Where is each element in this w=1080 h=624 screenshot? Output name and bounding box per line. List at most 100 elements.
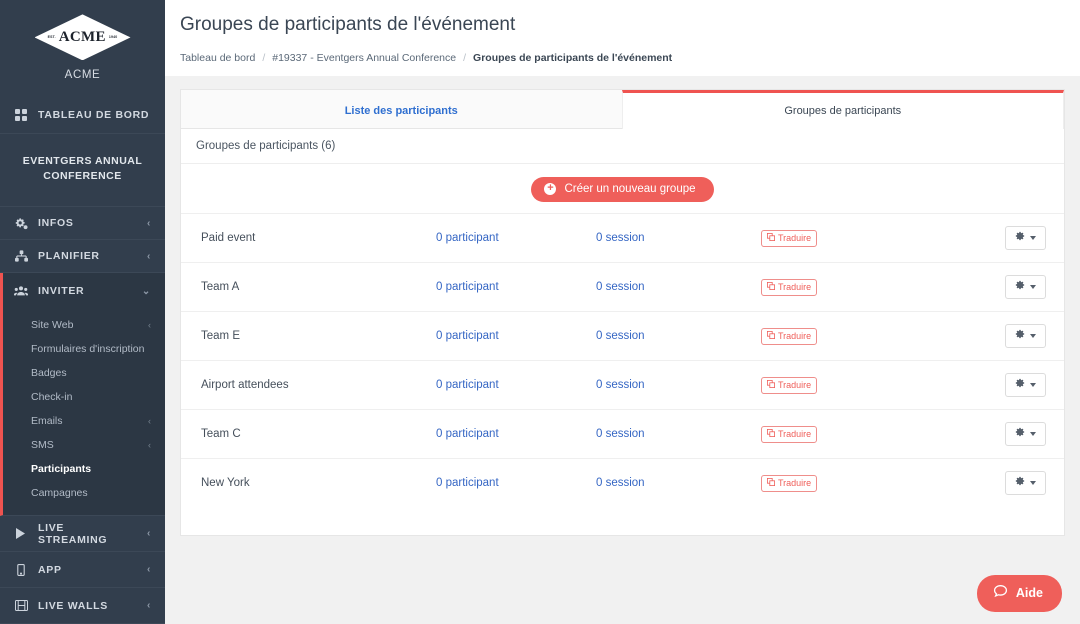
nav-dashboard-group: TABLEAU DE BORD <box>0 97 165 134</box>
sessions-link[interactable]: 0 session <box>596 281 645 293</box>
sidebar-event-title: EVENTGERS ANNUAL CONFERENCE <box>0 134 165 208</box>
gear-icon <box>1015 329 1025 342</box>
logo-container[interactable]: EST. ACME 1940 <box>0 0 165 69</box>
sidebar-subitem-label: Formulaires d'inscription <box>31 343 145 356</box>
row-actions-button[interactable] <box>1005 471 1046 495</box>
sidebar-item-inviter[interactable]: INVITER ⌄ <box>3 273 165 309</box>
sidebar-subitem-formulaires[interactable]: Formulaires d'inscription <box>3 337 165 361</box>
sidebar-subitem-badges[interactable]: Badges <box>3 361 165 385</box>
sidebar-subitem-sms[interactable]: SMS ‹ <box>3 433 165 457</box>
participants-link[interactable]: 0 participant <box>436 232 499 244</box>
translate-badge[interactable]: Traduire <box>761 327 818 345</box>
row-actions-button[interactable] <box>1005 324 1046 348</box>
sidebar-item-label-live-walls: LIVE WALLS <box>38 599 108 612</box>
chevron-down-icon <box>1030 235 1036 240</box>
chevron-left-icon: ‹ <box>146 528 151 540</box>
chevron-left-icon: ‹ <box>148 416 151 427</box>
logo-name-label: ACME <box>58 28 106 45</box>
brand-name: ACME <box>64 68 101 81</box>
breadcrumb-item-dashboard[interactable]: Tableau de bord <box>180 52 255 64</box>
translate-badge[interactable]: Traduire <box>761 376 818 394</box>
sidebar-bottom-nav: LIVE STREAMING ‹ APP ‹ LIVE WALLS ‹ <box>0 516 165 624</box>
create-group-button[interactable]: + Créer un nouveau groupe <box>531 177 714 202</box>
logo-year-label: 1940 <box>108 35 118 40</box>
table-row[interactable]: Paid event 0 participant 0 session Tradu… <box>181 213 1064 263</box>
sidebar-item-live-streaming[interactable]: LIVE STREAMING ‹ <box>0 516 165 553</box>
sidebar-subitem-site-web[interactable]: Site Web ‹ <box>3 313 165 337</box>
sidebar-subitem-label: Site Web <box>31 319 74 332</box>
translate-icon <box>767 330 775 341</box>
translate-badge[interactable]: Traduire <box>761 425 818 443</box>
grid-icon <box>14 108 28 121</box>
participants-link[interactable]: 0 participant <box>436 379 499 391</box>
sidebar-item-infos[interactable]: INFOS ‹ <box>0 207 165 241</box>
help-button[interactable]: Aide <box>976 575 1062 612</box>
groups-table: Paid event 0 participant 0 session Tradu… <box>181 213 1064 507</box>
sidebar-item-dashboard[interactable]: TABLEAU DE BORD <box>0 97 165 133</box>
chevron-left-icon: ‹ <box>146 564 151 576</box>
table-row[interactable]: Team A 0 participant 0 session Traduire <box>181 262 1064 312</box>
sessions-link[interactable]: 0 session <box>596 379 645 391</box>
tab-groupes-de-participants[interactable]: Groupes de participants <box>621 90 1064 129</box>
sidebar-item-label-live-streaming: LIVE STREAMING <box>37 521 108 546</box>
translate-icon <box>767 281 775 292</box>
main-area: Groupes de participants de l'événement T… <box>165 0 1080 624</box>
translate-badge[interactable]: Traduire <box>761 229 818 247</box>
table-row[interactable]: Airport attendees 0 participant 0 sessio… <box>181 360 1064 410</box>
translate-icon <box>767 379 775 390</box>
participants-link[interactable]: 0 participant <box>436 428 499 440</box>
row-actions-button[interactable] <box>1005 373 1046 397</box>
chevron-down-icon <box>1030 333 1036 338</box>
gears-icon <box>14 217 28 230</box>
sidebar-item-planifier[interactable]: PLANIFIER ‹ <box>0 240 165 274</box>
sidebar-item-live-walls[interactable]: LIVE WALLS ‹ <box>0 588 165 624</box>
row-actions-button[interactable] <box>1005 422 1046 446</box>
group-name-cell: Paid event <box>201 232 256 244</box>
page-title: Groupes de participants de l'événement <box>180 14 516 35</box>
sidebar-subitem-campagnes[interactable]: Campagnes <box>3 481 165 505</box>
group-name-cell: New York <box>201 477 250 489</box>
table-row[interactable]: New York 0 participant 0 session Traduir… <box>181 458 1064 508</box>
sidebar-item-label-planifier: PLANIFIER <box>38 250 100 263</box>
table-row[interactable]: Team C 0 participant 0 session Traduire <box>181 409 1064 459</box>
chevron-down-icon <box>1030 382 1036 387</box>
chevron-left-icon: ‹ <box>146 250 151 262</box>
tab-liste-des-participants[interactable]: Liste des participants <box>181 90 622 128</box>
page-header: Groupes de participants de l'événement T… <box>165 0 1080 76</box>
row-actions-button[interactable] <box>1005 226 1046 250</box>
sessions-link[interactable]: 0 session <box>596 330 645 342</box>
gear-icon <box>1015 427 1025 440</box>
chevron-left-icon: ‹ <box>148 320 151 331</box>
translate-badge[interactable]: Traduire <box>761 474 818 492</box>
breadcrumb-item-current: Groupes de participants de l'événement <box>473 52 673 64</box>
sidebar-subitem-label: SMS <box>31 439 54 452</box>
sidebar-subitem-participants[interactable]: Participants <box>3 457 165 481</box>
translate-badge-label: Traduire <box>778 330 812 341</box>
chevron-down-icon <box>1030 480 1036 485</box>
sessions-link[interactable]: 0 session <box>596 232 645 244</box>
breadcrumb: Tableau de bord / #19337 - Eventgers Ann… <box>165 52 1080 76</box>
acme-diamond-logo: EST. ACME 1940 <box>34 14 131 61</box>
sidebar-subitem-emails[interactable]: Emails ‹ <box>3 409 165 433</box>
participants-link[interactable]: 0 participant <box>436 330 499 342</box>
sessions-link[interactable]: 0 session <box>596 428 645 440</box>
sidebar-item-app[interactable]: APP ‹ <box>0 552 165 589</box>
participants-link[interactable]: 0 participant <box>436 281 499 293</box>
chat-bubble-icon <box>993 584 1008 602</box>
sessions-link[interactable]: 0 session <box>596 477 645 489</box>
translate-badge[interactable]: Traduire <box>761 278 818 296</box>
sidebar-subitem-checkin[interactable]: Check-in <box>3 385 165 409</box>
row-actions-button[interactable] <box>1005 275 1046 299</box>
chevron-down-icon <box>1030 284 1036 289</box>
group-name-cell: Airport attendees <box>201 379 289 391</box>
table-row[interactable]: Team E 0 participant 0 session Traduire <box>181 311 1064 361</box>
participants-link[interactable]: 0 participant <box>436 477 499 489</box>
film-icon <box>14 600 28 612</box>
breadcrumb-separator: / <box>463 52 467 64</box>
create-group-label: Créer un nouveau groupe <box>564 183 696 195</box>
chevron-left-icon: ‹ <box>146 600 151 612</box>
breadcrumb-item-event[interactable]: #19337 - Eventgers Annual Conference <box>272 52 456 64</box>
sidebar-subitem-label: Emails <box>31 415 63 428</box>
group-name-cell: Team C <box>201 428 241 440</box>
groups-table-body: Paid event 0 participant 0 session Tradu… <box>181 213 1064 508</box>
